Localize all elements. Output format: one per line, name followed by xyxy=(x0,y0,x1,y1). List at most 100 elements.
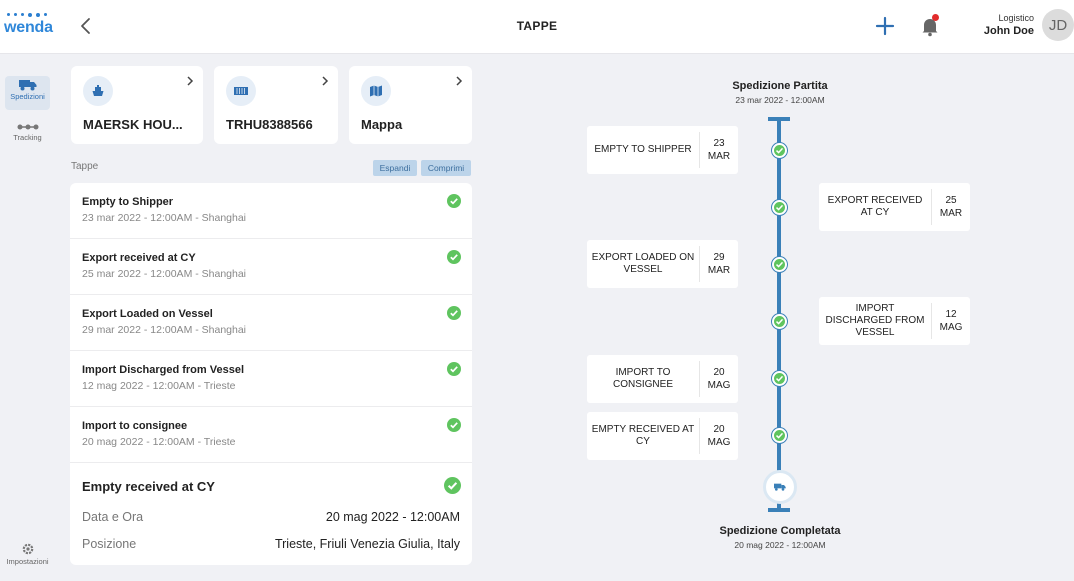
date-label: Data e Ora xyxy=(82,510,144,524)
stages-list: Empty to Shipper 23 mar 2022 - 12:00AM -… xyxy=(70,183,472,565)
vessel-name: MAERSK HOU... xyxy=(83,117,183,132)
stage-row[interactable]: Export received at CY 25 mar 2022 - 12:0… xyxy=(70,239,472,295)
timeline-start: Spedizione Partita 23 mar 2022 - 12:00AM xyxy=(700,80,860,105)
event-name: EMPTY RECEIVED AT CY xyxy=(591,424,695,447)
date-value: 20 mag 2022 - 12:00AM xyxy=(325,510,460,524)
timeline-node-check xyxy=(772,371,787,386)
timeline-truck-marker xyxy=(763,470,797,504)
timeline-end-title: Spedizione Completata xyxy=(719,525,841,537)
event-name: IMPORT TO CONSIGNEE xyxy=(612,367,673,390)
event-day: 12 xyxy=(945,309,957,320)
event-name: IMPORT DISCHARGED FROM VESSEL xyxy=(825,303,925,338)
back-button[interactable] xyxy=(76,14,96,38)
page-title: TAPPE xyxy=(516,19,558,33)
stages-section-label: Tappe xyxy=(71,161,99,172)
check-icon xyxy=(775,432,784,439)
check-icon xyxy=(775,261,784,268)
stage-subtitle: 23 mar 2022 - 12:00AM - Shanghai xyxy=(82,212,247,224)
user-name: John Doe xyxy=(983,25,1034,37)
check-circle-icon xyxy=(447,306,461,320)
app-header: wenda TAPPE Logistico John Doe JD xyxy=(0,0,1074,54)
timeline-node-check xyxy=(772,428,787,443)
check-icon xyxy=(775,204,784,211)
stage-subtitle: 20 mag 2022 - 12:00AM - Trieste xyxy=(82,436,236,448)
chevron-right-icon xyxy=(187,76,194,86)
event-name: EXPORT LOADED ON VESSEL xyxy=(591,252,695,275)
sidebar-item-tracking[interactable]: Tracking xyxy=(5,119,50,149)
stage-title: Export Loaded on Vessel xyxy=(82,308,213,320)
stage-row[interactable]: Export Loaded on Vessel 29 mar 2022 - 12… xyxy=(70,295,472,351)
stage-row[interactable]: Empty to Shipper 23 mar 2022 - 12:00AM -… xyxy=(70,183,472,239)
timeline-event[interactable]: IMPORT DISCHARGED FROM VESSEL 12 MAG xyxy=(819,297,970,345)
vessel-card[interactable]: MAERSK HOU... xyxy=(71,66,203,144)
container-icon xyxy=(226,76,256,106)
timeline-event[interactable]: EXPORT LOADED ON VESSEL 29 MAR xyxy=(587,240,738,288)
plus-icon xyxy=(875,16,895,36)
sidebar-item-label: Impostazioni xyxy=(6,557,49,566)
stage-title: Import Discharged from Vessel xyxy=(82,364,244,376)
timeline-event[interactable]: EMPTY RECEIVED AT CY 20 MAG xyxy=(587,412,738,460)
expand-button[interactable]: Espandi xyxy=(373,160,417,176)
check-circle-icon xyxy=(447,362,461,376)
event-month: MAR xyxy=(939,208,963,219)
timeline-event[interactable]: IMPORT TO CONSIGNEE 20 MAG xyxy=(587,355,738,403)
timeline-start-title: Spedizione Partita xyxy=(732,80,828,92)
timeline-cap-top xyxy=(768,117,790,121)
timeline-event[interactable]: EXPORT RECEIVED AT CY 25 MAR xyxy=(819,183,970,231)
stage-subtitle: 25 mar 2022 - 12:00AM - Shanghai xyxy=(82,268,247,280)
notification-badge xyxy=(932,14,939,21)
stage-detail[interactable]: Empty received at CY Data e Ora 20 mag 2… xyxy=(70,464,472,565)
avatar[interactable]: JD xyxy=(1042,9,1074,41)
timeline-end-date: 20 mag 2022 - 12:00AM xyxy=(734,540,826,550)
event-month: MAR xyxy=(707,265,731,276)
position-label: Posizione xyxy=(82,537,137,551)
event-name: EMPTY TO SHIPPER xyxy=(594,144,692,155)
logo-text: wenda xyxy=(4,19,53,36)
notifications-button[interactable] xyxy=(918,14,942,38)
check-circle-icon xyxy=(447,418,461,432)
event-day: 20 xyxy=(713,367,725,378)
container-card[interactable]: TRHU8388566 xyxy=(214,66,338,144)
event-date: 20 MAG xyxy=(699,361,738,397)
event-month: MAR xyxy=(707,151,731,162)
event-month: MAG xyxy=(707,437,731,448)
event-date: 20 MAG xyxy=(699,418,738,454)
timeline-node-check xyxy=(772,143,787,158)
container-code: TRHU8388566 xyxy=(226,117,313,132)
user-role: Logistico xyxy=(998,13,1034,23)
ship-icon xyxy=(83,76,113,106)
check-circle-icon xyxy=(447,250,461,264)
timeline-event[interactable]: EMPTY TO SHIPPER 23 MAR xyxy=(587,126,738,174)
timeline-cap-bottom xyxy=(768,508,790,512)
timeline-node-check xyxy=(772,257,787,272)
check-icon xyxy=(775,318,784,325)
detail-title: Empty received at CY xyxy=(82,479,215,494)
sidebar-item-label: Spedizioni xyxy=(10,92,45,101)
stage-title: Empty to Shipper xyxy=(82,196,174,208)
event-month: MAG xyxy=(707,380,731,391)
event-date: 25 MAR xyxy=(931,189,970,225)
event-date: 12 MAG xyxy=(931,303,970,339)
event-day: 25 xyxy=(945,195,957,206)
gear-icon xyxy=(22,543,33,555)
timeline-node-check xyxy=(772,314,787,329)
check-icon xyxy=(775,147,784,154)
event-name: EXPORT RECEIVED AT CY xyxy=(827,195,923,218)
position-value: Trieste, Friuli Venezia Giulia, Italy xyxy=(274,537,460,551)
wenda-logo[interactable]: wenda xyxy=(4,10,56,42)
event-day: 23 xyxy=(713,138,725,149)
add-button[interactable] xyxy=(873,14,897,38)
map-card[interactable]: Mappa xyxy=(349,66,472,144)
collapse-button[interactable]: Comprimi xyxy=(421,160,471,176)
event-month: MAG xyxy=(939,322,963,333)
stage-row[interactable]: Import to consignee 20 mag 2022 - 12:00A… xyxy=(70,407,472,463)
timeline-end: Spedizione Completata 20 mag 2022 - 12:0… xyxy=(700,525,860,550)
tracking-icon xyxy=(17,124,38,130)
sidebar-item-impostazioni[interactable]: Impostazioni xyxy=(5,539,50,571)
sidebar-item-spedizioni[interactable]: Spedizioni xyxy=(5,76,50,110)
stage-subtitle: 29 mar 2022 - 12:00AM - Shanghai xyxy=(82,324,247,336)
sidebar: Spedizioni Tracking Impostazioni xyxy=(0,55,56,581)
stage-row[interactable]: Import Discharged from Vessel 12 mag 202… xyxy=(70,351,472,407)
logo-dots xyxy=(7,12,47,17)
stage-title: Import to consignee xyxy=(82,420,188,432)
